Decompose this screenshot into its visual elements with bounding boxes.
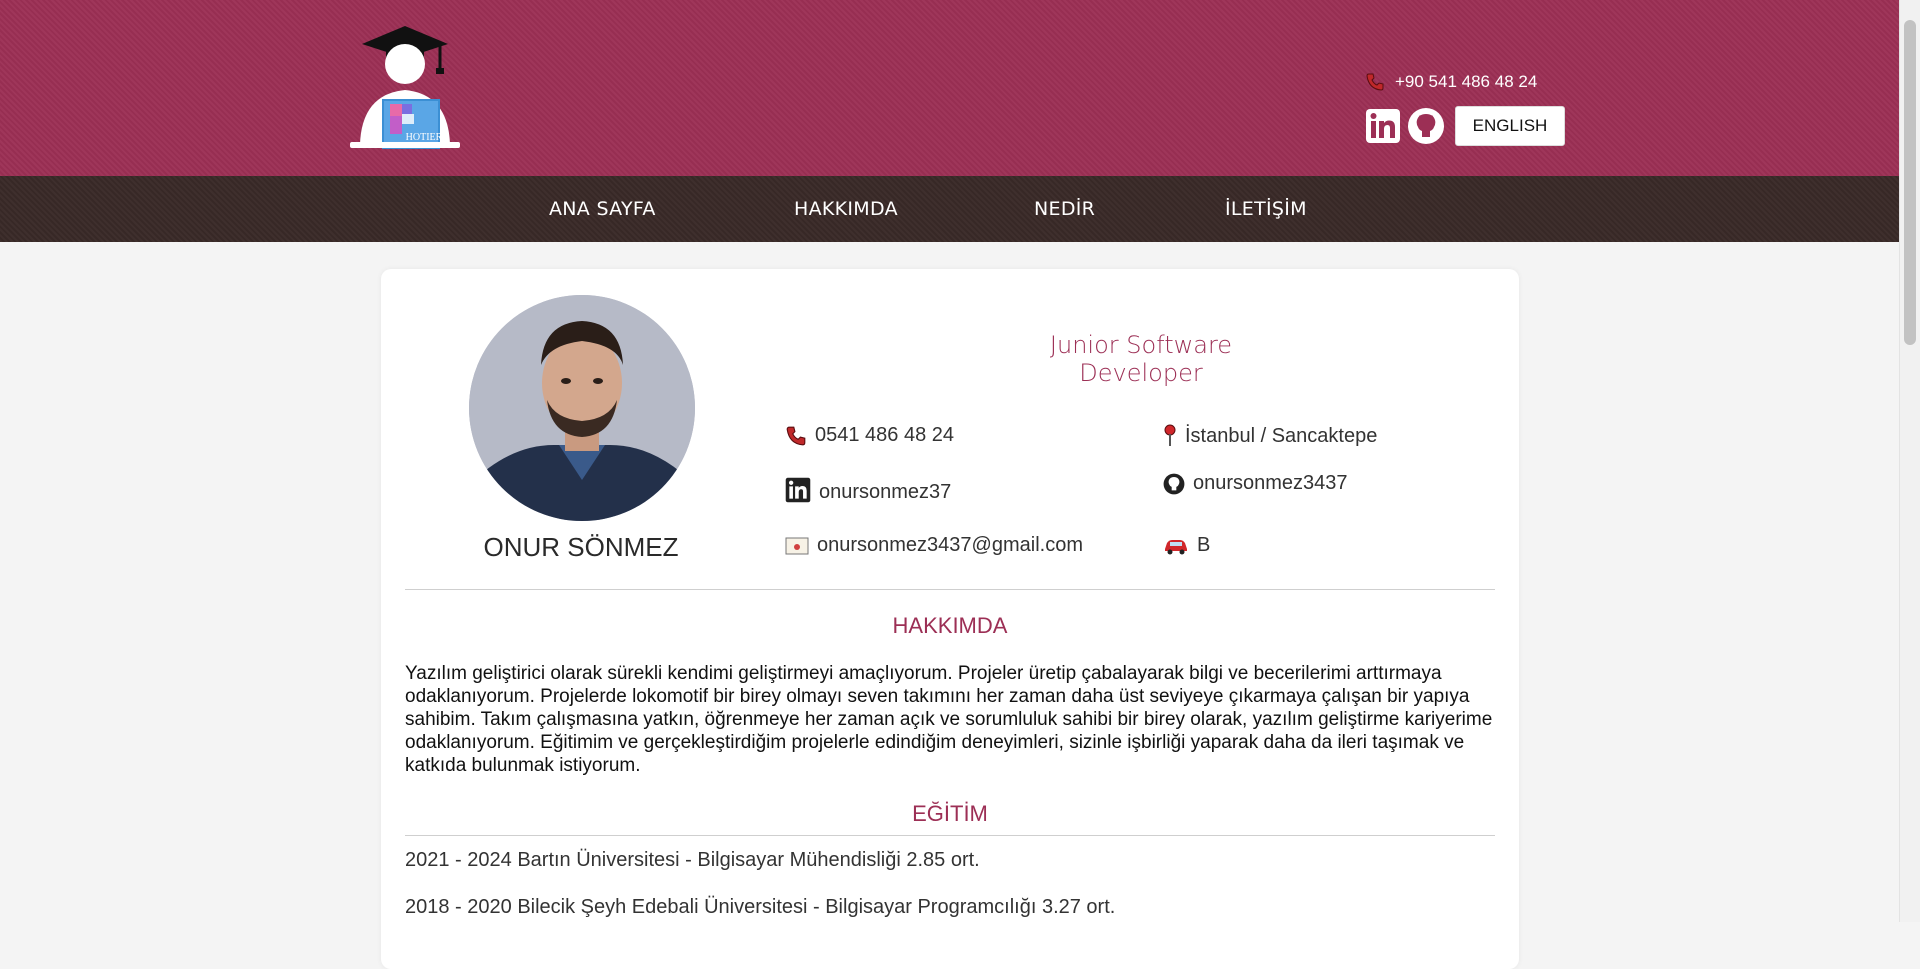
logo-label: HOTIER <box>406 132 443 143</box>
header-social: ENGLISH <box>1365 106 1565 146</box>
education-item: 2021 - 2024 Bartın Üniversitesi - Bilgis… <box>405 849 980 871</box>
github-icon[interactable] <box>1407 107 1445 145</box>
profile-photo <box>469 295 695 521</box>
education-item: 2018 - 2020 Bilecik Şeyh Edebali Ünivers… <box>405 896 1116 918</box>
about-text: Yazılım geliştirici olarak sürekli kendi… <box>405 663 1493 776</box>
pin-icon <box>1164 424 1176 446</box>
profile-role: Junior Software Developer <box>1049 331 1233 387</box>
language-button[interactable]: ENGLISH <box>1455 106 1565 146</box>
info-github[interactable]: onursonmez3437 <box>1163 472 1348 495</box>
header-bar: HOTIER +90 541 486 48 24 ENGLISH <box>0 0 1900 176</box>
info-license-text: B <box>1197 534 1211 556</box>
info-linkedin[interactable]: onursonmez37 <box>785 475 951 504</box>
main-nav: ANA SAYFA HAKKIMDA NEDİR İLETİŞİM <box>0 176 1900 242</box>
profile-card: ONUR SÖNMEZ Junior Software Developer 05… <box>381 269 1519 969</box>
header-phone-text: +90 541 486 48 24 <box>1395 72 1538 91</box>
github-icon <box>1163 473 1185 494</box>
info-github-text: onursonmez3437 <box>1193 472 1348 494</box>
car-icon <box>1165 539 1187 554</box>
site-logo[interactable]: HOTIER <box>340 24 470 154</box>
info-phone[interactable]: 0541 486 48 24 <box>785 424 954 447</box>
info-linkedin-text: onursonmez37 <box>819 481 952 503</box>
nav-item-about[interactable]: HAKKIMDA <box>794 198 898 220</box>
education-divider <box>405 835 1495 836</box>
info-email-text: onursonmez3437@gmail.com <box>817 534 1083 556</box>
linkedin-icon <box>785 477 811 502</box>
nav-item-home[interactable]: ANA SAYFA <box>549 198 656 220</box>
email-icon <box>785 537 809 554</box>
scrollbar-thumb[interactable] <box>1904 20 1916 345</box>
info-phone-text: 0541 486 48 24 <box>815 424 955 446</box>
section-divider <box>405 589 1495 590</box>
nav-item-what[interactable]: NEDİR <box>1034 198 1095 220</box>
page-scrollbar[interactable] <box>1899 0 1920 922</box>
info-location-text: İstanbul / Sancaktepe <box>1185 424 1378 447</box>
nav-item-contact[interactable]: İLETİŞİM <box>1225 198 1307 220</box>
phone-icon <box>1366 73 1384 91</box>
info-email[interactable]: onursonmez3437@gmail.com <box>785 534 1083 557</box>
info-location: İstanbul / Sancaktepe <box>1163 424 1377 448</box>
info-license: B <box>1163 534 1210 557</box>
phone-icon <box>786 426 806 445</box>
about-title: HAKKIMDA <box>892 613 1008 638</box>
profile-name: ONUR SÖNMEZ <box>483 532 679 562</box>
linkedin-icon[interactable] <box>1365 108 1401 144</box>
graduate-logo-icon: HOTIER <box>350 26 460 149</box>
header-phone[interactable]: +90 541 486 48 24 <box>1365 72 1537 92</box>
education-title: EĞİTİM <box>912 801 988 826</box>
profile-photo-image <box>469 295 695 521</box>
